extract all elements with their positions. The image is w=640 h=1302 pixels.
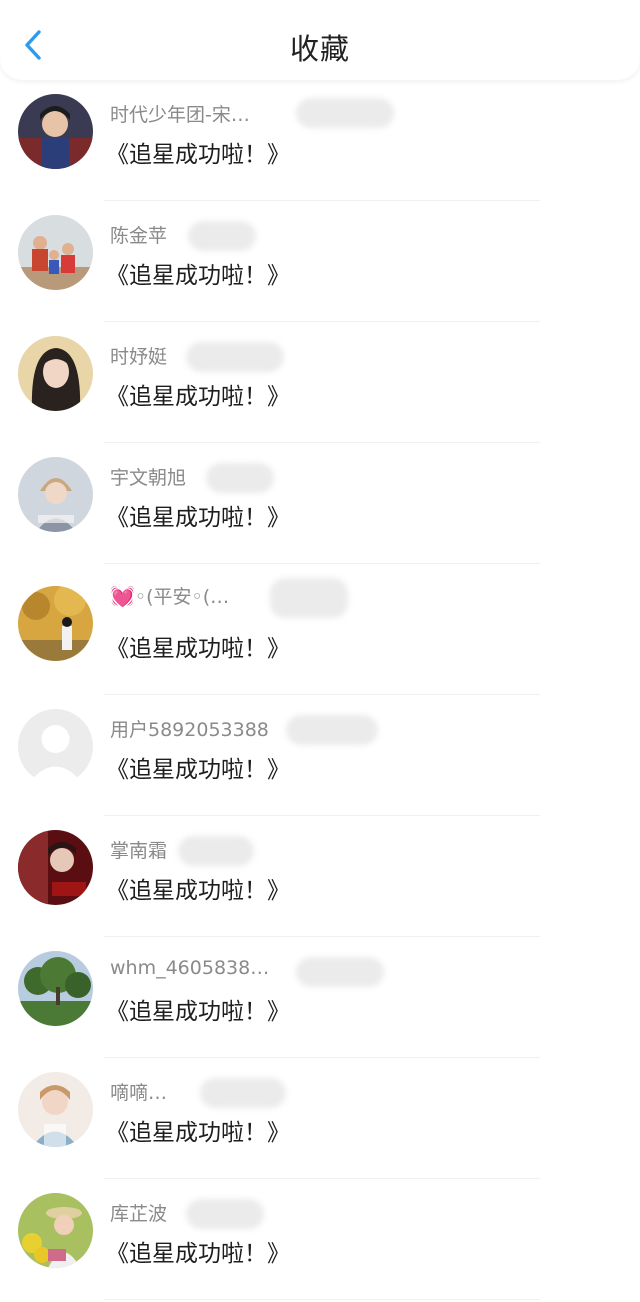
heart-icon: 💓: [110, 584, 135, 608]
list-item[interactable]: whm_4605838… 《追星成功啦！》: [0, 937, 640, 1058]
page-title: 收藏: [289, 32, 350, 66]
username: 陈金苹: [110, 225, 168, 247]
list-item[interactable]: 宇文朝旭 《追星成功啦！》: [0, 443, 640, 564]
avatar: [18, 336, 93, 411]
avatar: [18, 709, 93, 784]
message-text: 《追星成功啦！》: [106, 878, 290, 904]
avatar: [18, 457, 93, 532]
username: 掌南霜: [110, 840, 168, 862]
avatar: [18, 1072, 93, 1147]
username: 用户5892053388: [110, 719, 269, 741]
username: whm_4605838…: [110, 957, 270, 979]
list-item[interactable]: 掌南霜 《追星成功啦！》: [0, 816, 640, 937]
list-item[interactable]: 时代少年团-宋… 《追星成功啦！》: [0, 80, 640, 201]
avatar: [18, 586, 93, 661]
blurred-timestamp: [296, 98, 394, 128]
message-text: 《追星成功啦！》: [106, 384, 290, 410]
list-item[interactable]: 时妤娗 《追星成功啦！》: [0, 322, 640, 443]
username: 时代少年团-宋…: [110, 104, 250, 126]
list-item[interactable]: 陈金苹 《追星成功啦！》: [0, 201, 640, 322]
username: 时妤娗: [110, 346, 168, 368]
blurred-timestamp: [186, 1199, 264, 1229]
message-text: 《追星成功啦！》: [106, 999, 290, 1025]
list-item[interactable]: 💓◦(平安◦(… 《追星成功啦！》: [0, 564, 640, 695]
avatar: [18, 1193, 93, 1268]
blurred-timestamp: [206, 463, 274, 493]
username: 💓◦(平安◦(…: [110, 584, 230, 608]
blurred-timestamp: [296, 957, 384, 987]
avatar: [18, 830, 93, 905]
list-item[interactable]: 用户5892053388 《追星成功啦！》: [0, 695, 640, 816]
message-text: 《追星成功啦！》: [106, 263, 290, 289]
list-item[interactable]: 库芷波 《追星成功啦！》: [0, 1179, 640, 1300]
top-bar: 收藏: [0, 0, 640, 80]
avatar: [18, 951, 93, 1026]
avatar: [18, 94, 93, 169]
message-text: 《追星成功啦！》: [106, 1120, 290, 1146]
message-text: 《追星成功啦！》: [106, 757, 290, 783]
blurred-timestamp: [200, 1078, 286, 1108]
message-text: 《追星成功啦！》: [106, 1241, 290, 1267]
message-text: 《追星成功啦！》: [106, 142, 290, 168]
favorites-list: 时代少年团-宋… 《追星成功啦！》 陈金苹 《追星成功啦！》 时妤娗 《追星成功…: [0, 80, 640, 1300]
blurred-timestamp: [188, 221, 256, 251]
blurred-timestamp: [270, 578, 348, 618]
avatar: [18, 215, 93, 290]
blurred-timestamp: [286, 715, 378, 745]
username: 库芷波: [110, 1203, 168, 1225]
blurred-timestamp: [186, 342, 284, 372]
blurred-timestamp: [178, 836, 254, 866]
username: 宇文朝旭: [110, 467, 187, 489]
message-text: 《追星成功啦！》: [106, 505, 290, 531]
list-item[interactable]: 嘀嘀… 《追星成功啦！》: [0, 1058, 640, 1179]
message-text: 《追星成功啦！》: [106, 636, 290, 662]
username: 嘀嘀…: [110, 1082, 168, 1104]
